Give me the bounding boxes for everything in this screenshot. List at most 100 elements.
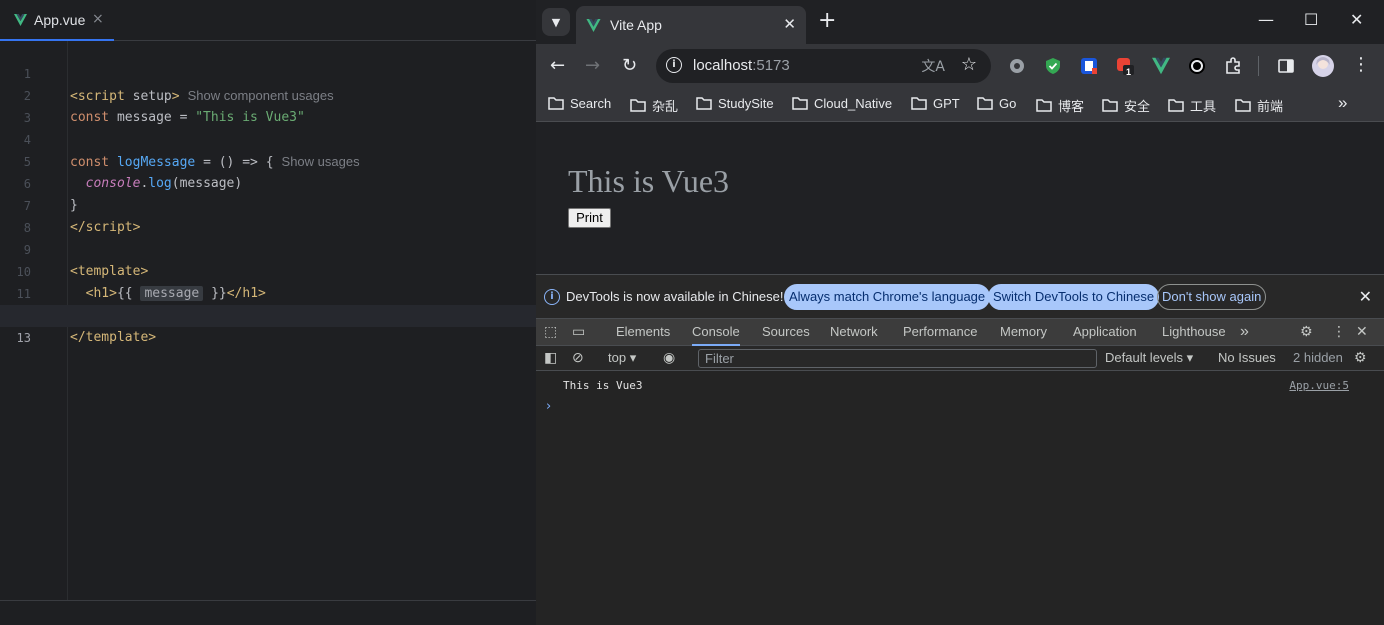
browser-tab-vite-app[interactable]: Vite App ✕ [576, 6, 806, 44]
sidebar-toggle-icon[interactable]: ◧ [544, 349, 557, 366]
devtools-language-infobar: i DevTools is now available in Chinese! … [536, 275, 1384, 319]
console-filter-input[interactable]: Filter [698, 349, 1097, 368]
code-line[interactable]: 7 </script> [0, 173, 536, 235]
code-line[interactable]: 2 const message = "This is Vue3" [0, 63, 536, 125]
console-toolbar: ◧ ⊘ top ▾ ◉ Filter Default levels ▾ No I… [536, 346, 1384, 371]
extensions-puzzle-icon[interactable] [1224, 57, 1242, 75]
browser-title-bar: ▼ Vite App ✕ + — ☐ ✕ [536, 0, 1384, 44]
translate-icon[interactable]: 文A [921, 56, 945, 76]
bookmark-folder-go[interactable]: Go [977, 96, 1016, 111]
tab-lighthouse[interactable]: Lighthouse [1162, 319, 1226, 346]
browser-menu-icon[interactable]: ⋮ [1352, 55, 1370, 75]
tab-network[interactable]: Network [830, 319, 878, 346]
forward-arrow-icon[interactable]: → [585, 56, 600, 76]
bookmarks-bar: Search 杂乱 StudySite Cloud_Native GPT Go … [536, 88, 1384, 122]
folder-icon [1036, 99, 1052, 112]
infobar-message: DevTools is now available in Chinese! [566, 289, 784, 304]
close-icon[interactable]: × [92, 11, 104, 27]
log-levels-dropdown[interactable]: Default levels ▾ [1105, 350, 1193, 366]
bookmark-folder-frontend[interactable]: 前端 [1235, 96, 1283, 115]
bookmark-folder-blog[interactable]: 博客 [1036, 96, 1084, 115]
code-line[interactable]: 10 <h1>{{ message }}</h1> [0, 239, 536, 301]
folder-icon [911, 97, 927, 110]
bookmark-folder-tools[interactable]: 工具 [1168, 96, 1216, 115]
tab-performance[interactable]: Performance [903, 319, 977, 346]
back-arrow-icon[interactable]: ← [550, 56, 565, 76]
eye-icon[interactable]: ◉ [663, 349, 675, 366]
bookmark-folder-studysite[interactable]: StudySite [696, 96, 774, 111]
hidden-count: 2 hidden [1293, 350, 1343, 365]
bookmarks-more-icon[interactable]: » [1338, 93, 1347, 113]
extension-shield-icon[interactable] [1044, 57, 1062, 75]
code-editor[interactable]: 1 <script setup> Show component usages 2 … [0, 41, 536, 345]
browser-toolbar: ← → ↻ i localhost:5173 文A ☆ 1 ⋮ [536, 44, 1384, 88]
close-infobar-icon[interactable]: ✕ [1359, 287, 1372, 306]
side-panel-icon[interactable] [1277, 57, 1295, 75]
vue-devtools-icon[interactable] [1152, 57, 1170, 75]
code-line[interactable]: 6 } [0, 151, 536, 213]
maximize-icon[interactable]: ☐ [1304, 10, 1318, 29]
bookmark-folder-cloud-native[interactable]: Cloud_Native [792, 96, 892, 111]
tab-memory[interactable]: Memory [1000, 319, 1047, 346]
bookmark-folder-security[interactable]: 安全 [1102, 96, 1150, 115]
code-line[interactable]: 4 const logMessage = () => {Show usages [0, 107, 536, 170]
vue-file-icon [14, 13, 27, 26]
reload-icon[interactable]: ↻ [622, 56, 637, 76]
folder-icon [630, 99, 646, 112]
extension-circle-icon[interactable] [1188, 57, 1206, 75]
always-match-language-button[interactable]: Always match Chrome's language [784, 284, 991, 310]
minimize-icon[interactable]: — [1258, 10, 1274, 29]
bookmark-search[interactable]: Search [548, 96, 611, 111]
code-line[interactable]: 12 </template> [0, 283, 536, 345]
settings-gear-icon[interactable]: ⚙ [1300, 324, 1313, 340]
extension-badge: 1 [1126, 67, 1132, 77]
chevron-down-icon: ▼ [551, 15, 561, 29]
address-bar[interactable]: i localhost:5173 文A ☆ [656, 49, 991, 83]
device-toolbar-icon[interactable]: ▭ [572, 324, 585, 340]
code-line[interactable]: 8 [0, 195, 536, 235]
more-tabs-icon[interactable]: » [1240, 319, 1249, 346]
inspect-element-icon[interactable]: ⬚ [544, 324, 557, 340]
bookmark-folder-gpt[interactable]: GPT [911, 96, 960, 111]
console-log-area[interactable]: This is Vue3 App.vue:5 › [536, 371, 1384, 625]
dont-show-again-button[interactable]: Don't show again [1157, 284, 1267, 310]
code-line-current[interactable]: 13 [0, 305, 536, 345]
code-line[interactable]: 3 [0, 85, 536, 125]
tab-sources[interactable]: Sources [762, 319, 810, 346]
print-button[interactable]: Print [568, 208, 611, 228]
tab-search-button[interactable]: ▼ [542, 8, 570, 36]
bookmark-folder-misc[interactable]: 杂乱 [630, 96, 678, 115]
folder-icon [548, 97, 564, 110]
console-settings-gear-icon[interactable]: ⚙ [1354, 349, 1367, 366]
issues-counter[interactable]: No Issues [1218, 350, 1276, 365]
editor-tab-label: App.vue [34, 11, 86, 28]
editor-tab-app-vue[interactable]: App.vue × [0, 0, 114, 41]
extension-blue-icon[interactable] [1080, 57, 1098, 75]
code-line[interactable]: 11 <button @click="logMessage">Print</bu… [0, 261, 536, 323]
tab-application[interactable]: Application [1073, 319, 1137, 346]
tab-console[interactable]: Console [692, 319, 740, 346]
editor-tab-bar: App.vue × [0, 0, 536, 41]
tab-elements[interactable]: Elements [616, 319, 670, 346]
window-close-icon[interactable]: ✕ [1350, 10, 1363, 29]
site-info-icon[interactable]: i [666, 57, 682, 73]
console-source-link[interactable]: App.vue:5 [1289, 379, 1349, 392]
close-devtools-icon[interactable]: ✕ [1356, 324, 1368, 340]
page-heading: This is Vue3 [568, 163, 730, 199]
dropdown-arrow-icon: ▾ [1183, 350, 1194, 365]
profile-avatar[interactable] [1312, 55, 1334, 77]
new-tab-button[interactable]: + [818, 10, 836, 32]
extension-red-icon[interactable] [1116, 57, 1134, 75]
devtools-menu-icon[interactable]: ⋮ [1332, 324, 1346, 340]
clear-console-icon[interactable]: ⊘ [572, 349, 584, 366]
code-line[interactable]: 1 <script setup> Show component usages [0, 41, 536, 104]
code-line[interactable]: 5 console.log(message) [0, 129, 536, 191]
switch-to-chinese-button[interactable]: Switch DevTools to Chinese [988, 284, 1160, 310]
bookmark-star-icon[interactable]: ☆ [961, 54, 977, 75]
close-tab-icon[interactable]: ✕ [783, 15, 796, 33]
extension-globe-icon[interactable] [1008, 57, 1026, 75]
console-prompt-icon[interactable]: › [546, 399, 551, 414]
context-select[interactable]: top ▾ [608, 350, 636, 366]
line-number: 13 [16, 331, 31, 345]
code-line[interactable]: 9 <template> [0, 217, 536, 279]
